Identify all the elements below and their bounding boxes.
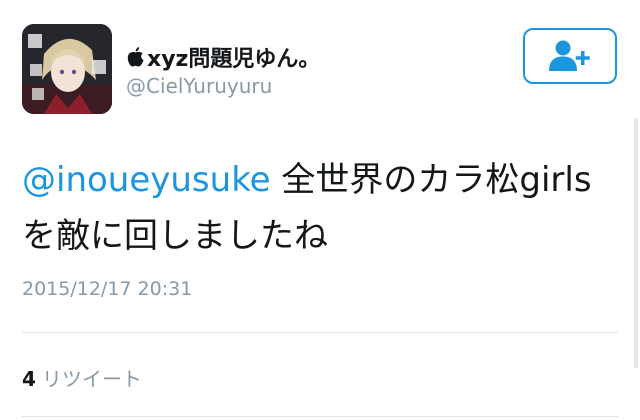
- display-name-row: xyz問題児ゆん。: [126, 40, 320, 74]
- apple-icon: [127, 47, 144, 67]
- divider: [22, 416, 618, 417]
- tweet-text-line-1: @inoueyusuke 全世界のカラ松girls: [22, 152, 622, 208]
- retweet-count: 4: [22, 367, 36, 391]
- tweet-text-line-2: を敵に回しましたね: [22, 216, 328, 256]
- display-name[interactable]: xyz問題児ゆん。: [147, 41, 320, 73]
- mention-link[interactable]: @inoueyusuke: [22, 160, 271, 200]
- avatar[interactable]: [22, 24, 112, 114]
- tweet-timestamp[interactable]: 2015/12/17 20:31: [22, 278, 192, 300]
- scrollbar[interactable]: [634, 118, 638, 368]
- retweet-label: リツイート: [41, 367, 142, 391]
- retweet-stats[interactable]: 4 リツイート: [22, 363, 142, 392]
- tweet-text-segment: 全世界のカラ松girls: [270, 160, 592, 200]
- avatar-image: [22, 24, 112, 114]
- divider: [22, 332, 618, 333]
- follow-button[interactable]: [523, 28, 617, 84]
- tweet-text: @inoueyusuke 全世界のカラ松girls を敵に回しましたね: [22, 152, 622, 264]
- user-handle[interactable]: @CielYuruyuru: [126, 74, 272, 98]
- add-user-icon: [549, 40, 590, 71]
